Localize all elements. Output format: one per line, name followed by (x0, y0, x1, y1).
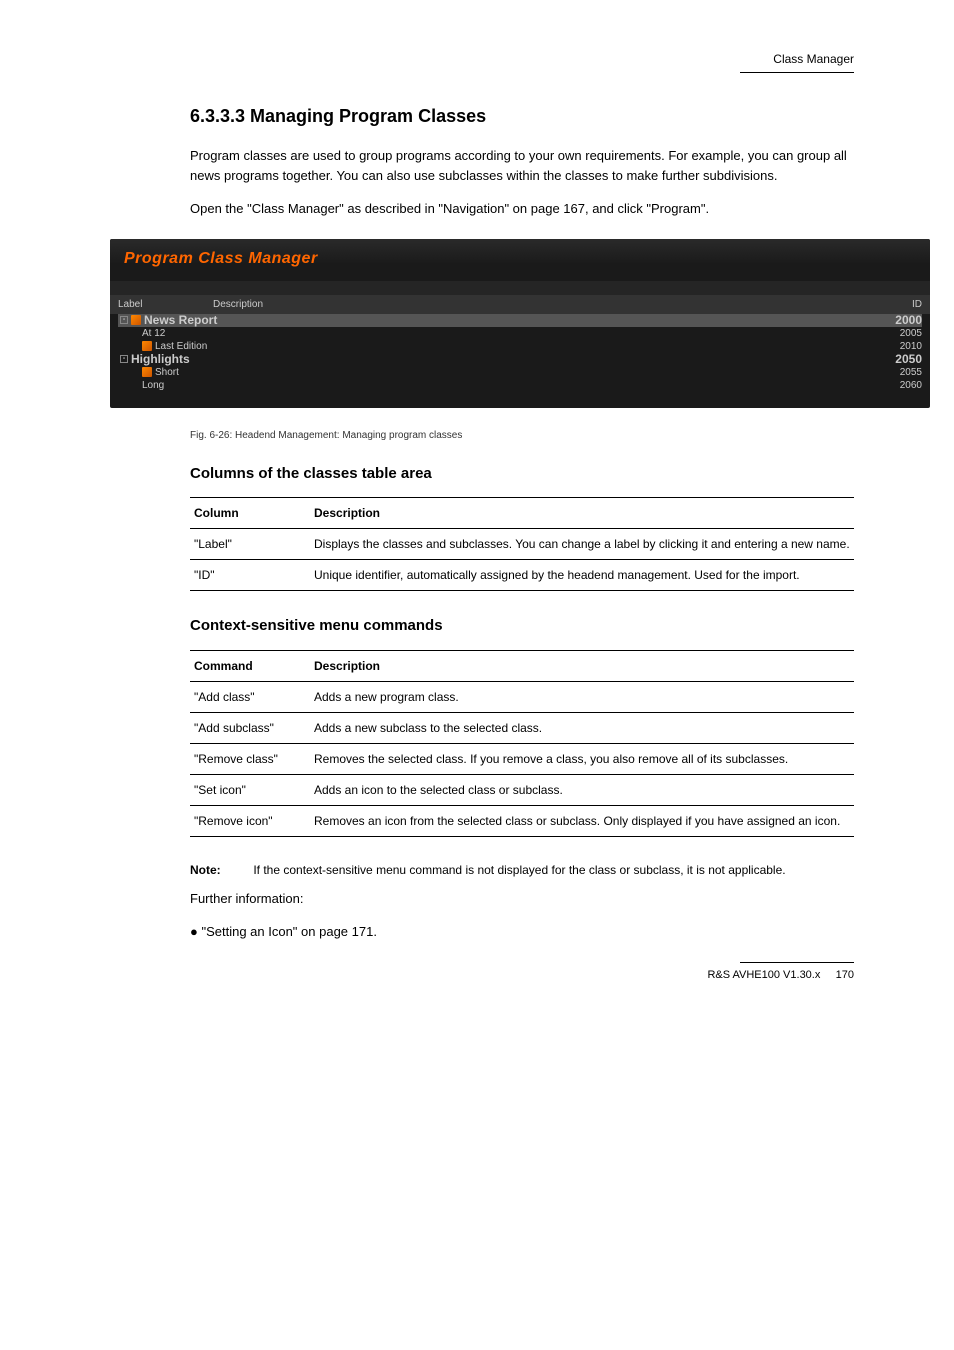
table-row: "Add class"Adds a new program class. (190, 681, 854, 712)
class-icon (131, 315, 141, 325)
collapse-icon[interactable]: - (120, 355, 128, 363)
context-table-head-2: Description (310, 650, 854, 681)
table-row: "Remove class"Removes the selected class… (190, 743, 854, 774)
context-table: Command Description "Add class"Adds a ne… (190, 650, 854, 837)
class-icon (142, 367, 152, 377)
footer-divider (740, 962, 854, 963)
column-header-id[interactable]: ID (872, 297, 922, 312)
further-info-heading: Further information: (190, 889, 854, 909)
column-header-description[interactable]: Description (213, 297, 872, 312)
program-class-manager-window: Program Class Manager Label Description … (110, 239, 930, 408)
tree-row-id: 2060 (872, 378, 922, 393)
tree-row[interactable]: Long 2060 (118, 379, 922, 392)
class-tree: -News Report2000At 122005Last Edition201… (110, 314, 930, 408)
note-paragraph: Note: If the context-sensitive menu comm… (190, 861, 854, 879)
window-toolbar (110, 281, 930, 295)
figure-caption: Fig. 6-26: Headend Management: Managing … (190, 428, 854, 443)
columns-table-head-1: Column (190, 498, 310, 529)
page-header-right: Class Manager (100, 50, 854, 72)
table-row: "Remove icon"Removes an icon from the se… (190, 805, 854, 836)
columns-table-head-2: Description (310, 498, 854, 529)
footer-left: R&S AVHE100 V1.30.x (707, 969, 820, 981)
context-table-heading: Context-sensitive menu commands (190, 615, 854, 638)
note-text: If the context-sensitive menu command is… (253, 863, 785, 877)
header-divider (740, 72, 854, 73)
tree-row-label: Long (142, 378, 164, 393)
column-header-label[interactable]: Label (118, 297, 213, 312)
columns-table: Column Description "Label"Displays the c… (190, 497, 854, 591)
columns-table-heading: Columns of the classes table area (190, 463, 854, 486)
open-path-paragraph: Open the "Class Manager" as described in… (190, 199, 854, 219)
table-row: "Set icon"Adds an icon to the selected c… (190, 774, 854, 805)
further-info-item: ● "Setting an Icon" on page 171. (190, 922, 854, 942)
context-table-head-1: Command (190, 650, 310, 681)
page-footer: R&S AVHE100 V1.30.x 170 (100, 967, 854, 984)
table-row: "Add subclass"Adds a new subclass to the… (190, 712, 854, 743)
footer-right: 170 (836, 969, 854, 981)
note-label: Note: (190, 861, 250, 879)
section-heading: 6.3.3.3 Managing Program Classes (190, 103, 854, 130)
window-title: Program Class Manager (110, 239, 930, 281)
collapse-icon[interactable]: - (120, 316, 128, 324)
table-row: "ID"Unique identifier, automatically ass… (190, 560, 854, 591)
intro-paragraph: Program classes are used to group progra… (190, 146, 854, 185)
table-row: "Label"Displays the classes and subclass… (190, 529, 854, 560)
